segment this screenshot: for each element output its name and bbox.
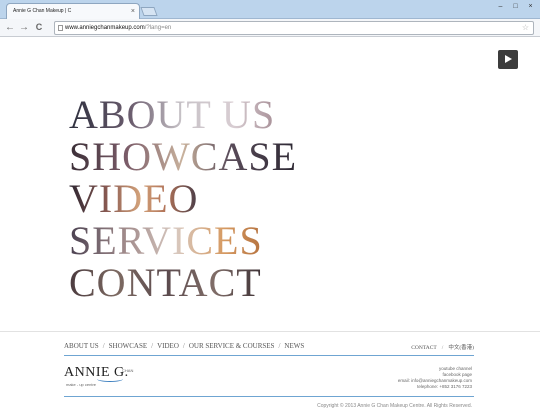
minimize-icon[interactable]: – — [494, 2, 507, 12]
back-arrow-icon[interactable]: ← — [4, 21, 16, 34]
footer-separator: / — [441, 345, 444, 351]
footer-rule-bottom — [64, 396, 474, 397]
browser-tab-strip: Annie G Chan Makeup | C × – □ × — [0, 0, 540, 19]
menu-video[interactable]: VIDEO — [69, 179, 198, 219]
logo-chan: CHAN — [122, 368, 134, 373]
contact-info: youtube channel facebook page email: inf… — [398, 366, 472, 390]
brand-logo[interactable]: ANNIE G. CHAN make - up centre — [64, 365, 144, 389]
footer-rule-top — [64, 355, 474, 356]
footer-separator: / — [278, 342, 281, 350]
tab-close-icon[interactable]: × — [131, 4, 135, 19]
logo-tagline: make - up centre — [66, 382, 97, 387]
address-bar[interactable]: www.anniegchanmakeup.com/?lang=en ☆ — [54, 21, 534, 35]
url-path: /?lang=en — [144, 25, 172, 31]
footer-link-video[interactable]: VIDEO — [157, 342, 179, 352]
page-icon — [58, 25, 63, 31]
url-host: www.anniegchanmakeup.com — [65, 25, 145, 31]
footer-divider — [0, 331, 540, 332]
play-video-icon[interactable] — [498, 50, 518, 69]
language-switch-chinese[interactable]: 中文(香港) — [448, 345, 474, 351]
footer-link-services[interactable]: OUR SERVICE & COURSES — [189, 342, 275, 352]
footer-nav: ABOUT US / SHOWCASE / VIDEO / OUR SERVIC… — [64, 342, 304, 352]
copyright-text: Copyright © 2013 Annie G Chan Makeup Cen… — [317, 403, 472, 409]
close-window-icon[interactable]: × — [524, 2, 537, 12]
footer-link-showcase[interactable]: SHOWCASE — [109, 342, 148, 352]
footer-link-contact[interactable]: CONTACT — [411, 345, 437, 351]
reload-icon[interactable]: C — [33, 21, 45, 34]
browser-toolbar: ← → C www.anniegchanmakeup.com/?lang=en … — [0, 19, 540, 37]
menu-about-us[interactable]: ABOUT US — [69, 95, 275, 135]
forward-arrow-icon[interactable]: → — [18, 21, 30, 34]
footer-link-about-us[interactable]: ABOUT US — [64, 342, 99, 352]
footer-utility-links: CONTACT / 中文(香港) — [411, 343, 474, 351]
menu-services[interactable]: SERVICES — [69, 221, 263, 261]
footer-separator: / — [182, 342, 185, 350]
footer-separator: / — [151, 342, 154, 350]
new-tab-button[interactable] — [140, 7, 158, 16]
browser-tab[interactable]: Annie G Chan Makeup | C × — [6, 3, 140, 19]
tab-title: Annie G Chan Makeup | C — [13, 8, 72, 14]
footer-separator: / — [102, 342, 105, 350]
telephone-line: telephone: +852 3176 7223 — [417, 384, 472, 389]
menu-showcase[interactable]: SHOWCASE — [69, 137, 297, 177]
logo-swoosh — [97, 376, 123, 382]
bookmark-star-icon[interactable]: ☆ — [522, 22, 529, 34]
menu-contact[interactable]: CONTACT — [69, 263, 262, 303]
footer-link-news[interactable]: NEWS — [284, 342, 304, 352]
window-controls: – □ × — [494, 2, 537, 12]
maximize-icon[interactable]: □ — [509, 2, 522, 12]
